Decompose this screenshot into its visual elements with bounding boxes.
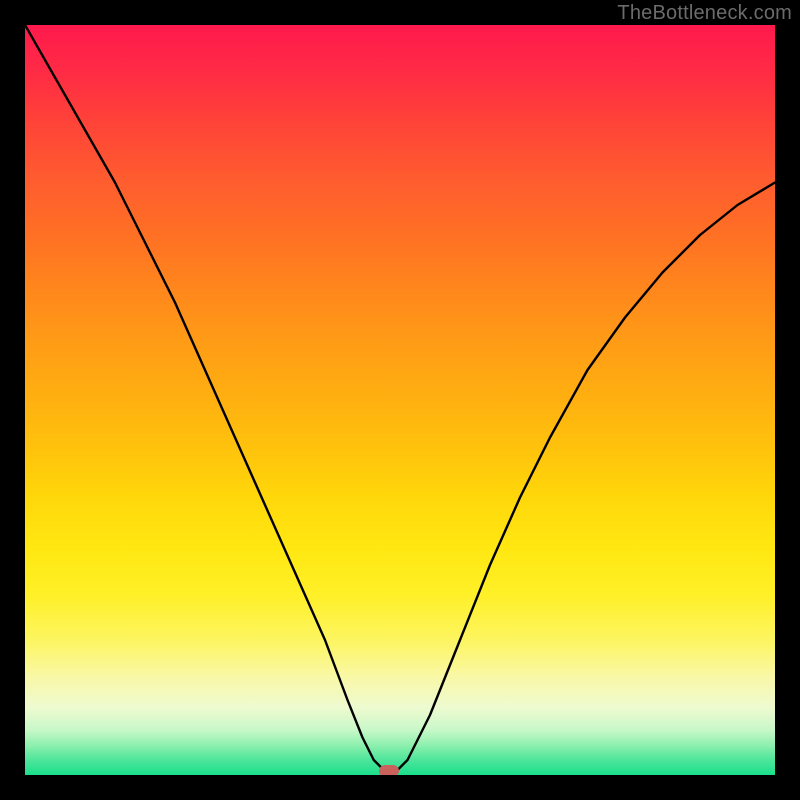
watermark-text: TheBottleneck.com xyxy=(617,2,792,25)
curve-layer xyxy=(25,25,775,775)
bottleneck-curve xyxy=(25,25,775,771)
min-marker xyxy=(379,765,399,775)
plot-area xyxy=(25,25,775,775)
chart-frame: TheBottleneck.com xyxy=(0,0,800,800)
